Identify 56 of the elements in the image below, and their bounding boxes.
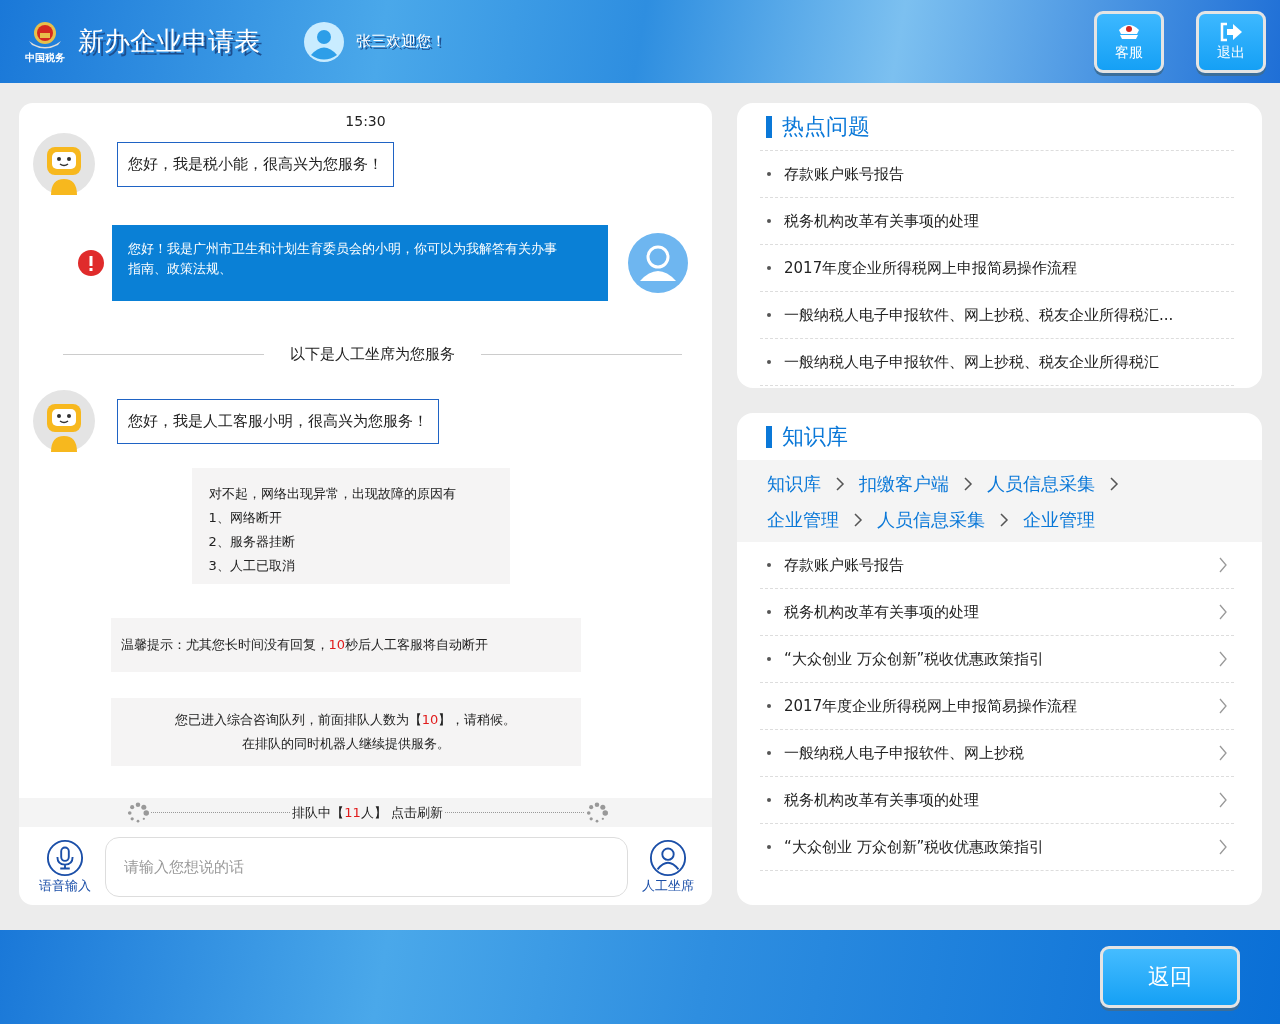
notice-message: 温馨提示：尤其您长时间没有回复，10秒后人工客服将自动断开 <box>110 618 581 672</box>
person-icon <box>649 839 687 877</box>
article-link[interactable]: 税务机构改革有关事项的处理 <box>760 777 1234 824</box>
user-avatar-icon <box>304 21 344 62</box>
chevron-icon <box>1218 791 1228 809</box>
exit-icon <box>1219 21 1243 42</box>
breadcrumb-link[interactable]: 知识库 <box>767 466 821 502</box>
system-message: 对不起，网络出现异常，出现故障的原因有 1、网络断开 2、服务器挂断 3、人工已取消 <box>191 468 510 584</box>
page-title: 新办企业申请表 <box>78 25 260 58</box>
chevron-icon <box>1218 603 1228 621</box>
divider-text: 以下是人工坐席为您服务 <box>290 345 455 364</box>
greeting-text: 张三欢迎您！ <box>356 32 446 51</box>
chevron-icon <box>963 476 973 492</box>
microphone-icon <box>46 839 84 877</box>
chevron-icon <box>1109 476 1119 492</box>
question-link[interactable]: 一般纳税人电子申报软件、网上抄税、税友企业所得税汇 <box>760 339 1234 386</box>
question-link[interactable]: 2017年度企业所得税网上申报简易操作流程 <box>760 245 1234 292</box>
chevron-icon <box>835 476 845 492</box>
queue-bar[interactable]: 排队中【11人】 点击刷新 <box>19 798 712 827</box>
question-link[interactable]: 税务机构改革有关事项的处理 <box>760 198 1234 245</box>
chevron-icon <box>1218 650 1228 668</box>
robot-avatar-icon <box>33 390 95 452</box>
chat-bubble: 您好，我是税小能，很高兴为您服务！ <box>117 141 394 187</box>
logo-caption: 中国税务 <box>25 50 65 65</box>
message-time: 15:30 <box>344 113 387 129</box>
section-title: 知识库 <box>766 426 1262 448</box>
article-link[interactable]: 税务机构改革有关事项的处理 <box>760 589 1234 636</box>
chevron-icon <box>853 512 863 528</box>
chevron-icon <box>1218 744 1228 762</box>
chat-bubble: 您好，我是人工客服小明，很高兴为您服务！ <box>117 398 439 444</box>
article-link[interactable]: 存款账户账号报告 <box>760 542 1234 589</box>
message-input[interactable]: 请输入您想说的话 <box>105 837 628 897</box>
breadcrumb-link[interactable]: 人员信息采集 <box>877 502 985 538</box>
breadcrumb-link[interactable]: 扣缴客户端 <box>859 466 949 502</box>
voice-input-button[interactable]: 语音输入 <box>39 839 91 895</box>
article-link[interactable]: “大众创业 万众创新”税收优惠政策指引 <box>760 824 1234 871</box>
article-link[interactable]: 2017年度企业所得税网上申报简易操作流程 <box>760 683 1234 730</box>
breadcrumb-link[interactable]: 人员信息采集 <box>987 466 1095 502</box>
chevron-icon <box>999 512 1009 528</box>
breadcrumb-link[interactable]: 企业管理 <box>767 502 839 538</box>
robot-avatar-icon <box>33 133 95 195</box>
chat-bubble: 您好！我是广州市卫生和计划生育委员会的小明，你可以为我解答有关办事指南、政策法规、 <box>112 225 608 301</box>
question-link[interactable]: 一般纳税人电子申报软件、网上抄税、税友企业所得税汇... <box>760 292 1234 339</box>
user-avatar-icon <box>628 233 688 293</box>
loading-icon <box>586 801 608 824</box>
loading-icon <box>127 801 149 824</box>
question-link[interactable]: 存款账户账号报告 <box>760 151 1234 198</box>
chevron-icon <box>1218 838 1228 856</box>
chevron-icon <box>1218 556 1228 574</box>
agent-button[interactable]: 人工坐席 <box>642 839 694 895</box>
article-link[interactable]: “大众创业 万众创新”税收优惠政策指引 <box>760 636 1234 683</box>
section-title: 热点问题 <box>766 116 1262 138</box>
article-link[interactable]: 一般纳税人电子申报软件、网上抄税 <box>760 730 1234 777</box>
breadcrumb-link[interactable]: 企业管理 <box>1023 502 1095 538</box>
notice-message: 您已进入综合咨询队列，前面排队人数为【10】，请稍候。 在排队的同时机器人继续提供服务。 <box>110 698 581 766</box>
chevron-icon <box>1218 697 1228 715</box>
